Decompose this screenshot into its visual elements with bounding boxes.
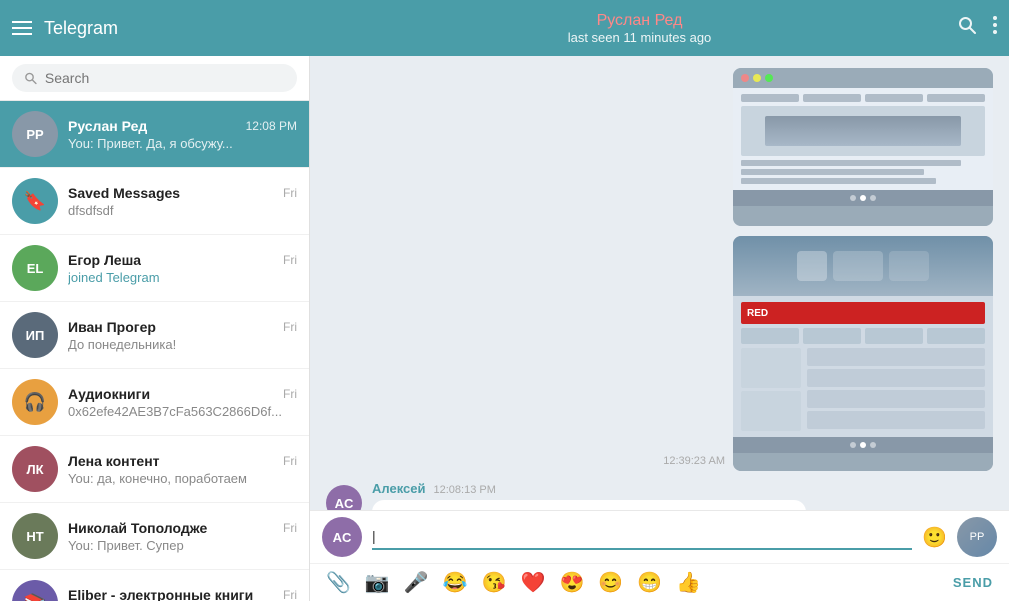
message-group-2: 12:39:23 AM RED <box>326 236 993 471</box>
chat-info-saved: Saved Messages Fri dfsdfsdf <box>68 185 297 218</box>
chat-preview-nikolay: You: Привет. Супер <box>68 538 297 553</box>
chat-item-audio[interactable]: 🎧 Аудиокниги Fri 0x62efe42AE3B7cFa563C2866D… <box>0 369 309 436</box>
emoji-smile[interactable]: 😊 <box>598 570 623 595</box>
chat-info-ruslan: Руслан Ред 12:08 PM You: Привет. Да, я обс… <box>68 118 297 151</box>
chat-info-egor: Егор Леша Fri joined Telegram <box>68 252 297 285</box>
chat-time-egor: Fri <box>283 253 297 267</box>
chat-name-ivan: Иван Прогер <box>68 319 156 335</box>
chat-time-nikolay: Fri <box>283 521 297 535</box>
screenshot-image-2: RED <box>733 236 993 471</box>
attach-icon[interactable]: 📎 <box>326 570 351 595</box>
chat-name-nikolay: Николай Тополодже <box>68 520 207 536</box>
chat-avatar-egor: EL <box>12 245 58 291</box>
chat-avatar-saved: 🔖 <box>12 178 58 224</box>
input-user-avatar: AC <box>322 517 362 557</box>
chat-preview-egor: joined Telegram <box>68 270 297 285</box>
emoji-thumbsup[interactable]: 👍 <box>676 570 701 595</box>
search-input-wrap[interactable] <box>12 64 297 92</box>
chat-info-lena: Лена контент Fri You: да, конечно, поработ… <box>68 453 297 486</box>
message-group <box>326 68 993 226</box>
message-input[interactable] <box>372 524 912 550</box>
chat-item-nikolay[interactable]: НТ Николай Тополодже Fri You: Привет. Супер <box>0 503 309 570</box>
chat-item-ruslan[interactable]: РР Руслан Ред 12:08 PM You: Привет. Да, я о… <box>0 101 309 168</box>
chat-preview-audio: 0x62efe42AE3B7cFa563C2866D6f... <box>68 404 297 419</box>
message-time: 12:39:23 AM <box>663 455 725 471</box>
app-logo: Telegram <box>44 18 118 39</box>
emoji-love-eyes[interactable]: 😍 <box>559 570 584 595</box>
chat-info-ivan: Иван Прогер Fri До понедельника! <box>68 319 297 352</box>
message-sender-name: Алексей <box>372 481 426 496</box>
chat-list: РР Руслан Ред 12:08 PM You: Привет. Да, я о… <box>0 101 309 601</box>
emoji-laugh[interactable]: 😂 <box>443 570 468 595</box>
header-actions <box>957 15 997 41</box>
screenshot-image-1 <box>733 68 993 226</box>
message-group-3: AC Алексей 12:08:13 PM Привет. Да, я обс… <box>326 481 993 510</box>
emoji-heart[interactable]: ❤️ <box>521 570 546 595</box>
chat-area: 12:39:23 AM RED <box>310 56 1009 601</box>
chat-name-lena: Лена контент <box>68 453 160 469</box>
chat-preview-ivan: До понедельника! <box>68 337 297 352</box>
chat-name-saved: Saved Messages <box>68 185 180 201</box>
chat-info-audio: Аудиокниги Fri 0x62efe42AE3B7cFa563C2866D6… <box>68 386 297 419</box>
main-layout: РР Руслан Ред 12:08 PM You: Привет. Да, я о… <box>0 56 1009 601</box>
chat-name-eliber: Eliber - электронные книги <box>68 587 253 601</box>
chat-item-saved[interactable]: 🔖 Saved Messages Fri dfsdfsdf <box>0 168 309 235</box>
search-button[interactable] <box>957 15 977 41</box>
message-bubble: Привет. Да, я обсужу с Ильёй, а ещё я об… <box>372 500 806 510</box>
chat-info-eliber: Eliber - электронные книгиFri-1931-Возвр… <box>68 587 297 601</box>
header-contact-status: last seen 11 minutes ago <box>568 30 712 45</box>
chat-name-audio: Аудиокниги <box>68 386 150 402</box>
chat-avatar-nikolay: НТ <box>12 513 58 559</box>
more-button[interactable] <box>993 16 997 40</box>
chat-preview-ruslan: You: Привет. Да, я обсужу... <box>68 136 297 151</box>
send-button[interactable]: SEND <box>953 575 993 590</box>
chat-time-saved: Fri <box>283 186 297 200</box>
chat-name-egor: Егор Леша <box>68 252 141 268</box>
emoji-grin[interactable]: 😁 <box>637 570 662 595</box>
recipient-avatar: РР <box>957 517 997 557</box>
message-avatar: AC <box>326 485 362 510</box>
chat-item-egor[interactable]: EL Егор Леша Fri joined Telegram <box>0 235 309 302</box>
microphone-icon[interactable]: 🎤 <box>404 570 429 595</box>
header-contact-name[interactable]: Руслан Ред <box>597 12 683 30</box>
message-text: Привет. Да, я обсужу с Ильёй, а ещё я об… <box>384 509 787 510</box>
chat-preview-saved: dfsdfsdf <box>68 203 297 218</box>
messages-container: 12:39:23 AM RED <box>310 56 1009 510</box>
menu-button[interactable] <box>12 21 32 35</box>
chat-name-ruslan: Руслан Ред <box>68 118 147 134</box>
message-time-text: 12:08:13 PM <box>434 484 496 496</box>
chat-time-ivan: Fri <box>283 320 297 334</box>
chat-avatar-eliber: 📚 <box>12 580 58 601</box>
app-header: Telegram Руслан Ред last seen 11 minutes… <box>0 0 1009 56</box>
header-left: Telegram <box>12 18 322 39</box>
chat-avatar-audio: 🎧 <box>12 379 58 425</box>
chat-item-lena[interactable]: ЛК Лена контент Fri You: да, конечно, пораб… <box>0 436 309 503</box>
chat-time-lena: Fri <box>283 454 297 468</box>
chat-info-nikolay: Николай Тополодже Fri You: Привет. Супер <box>68 520 297 553</box>
chat-avatar-ruslan: РР <box>12 111 58 157</box>
chat-preview-lena: You: да, конечно, поработаем <box>68 471 297 486</box>
message-body: Алексей 12:08:13 PM Привет. Да, я обсужу… <box>372 481 806 510</box>
chat-avatar-lena: ЛК <box>12 446 58 492</box>
chat-item-eliber[interactable]: 📚Eliber - электронные книгиFri-1931-Возв… <box>0 570 309 601</box>
chat-time-ruslan: 12:08 PM <box>246 119 297 133</box>
sidebar: РР Руслан Ред 12:08 PM You: Привет. Да, я о… <box>0 56 310 601</box>
chat-time-audio: Fri <box>283 387 297 401</box>
chat-item-ivan[interactable]: ИП Иван Прогер Fri До понедельника! <box>0 302 309 369</box>
camera-icon[interactable]: 📷 <box>365 570 390 595</box>
emoji-kiss[interactable]: 😘 <box>482 570 507 595</box>
emoji-bar: 📎 📷 🎤 😂 😘 ❤️ 😍 😊 😁 👍 SEND <box>310 563 1009 601</box>
input-row: AC 🙂 РР <box>310 510 1009 563</box>
search-icon <box>24 71 37 85</box>
chat-avatar-ivan: ИП <box>12 312 58 358</box>
chat-time-eliber: Fri <box>283 588 297 601</box>
header-contact-info: Руслан Ред last seen 11 minutes ago <box>322 12 957 45</box>
search-input[interactable] <box>45 70 285 86</box>
emoji-picker-button[interactable]: 🙂 <box>922 525 947 550</box>
search-bar <box>0 56 309 101</box>
